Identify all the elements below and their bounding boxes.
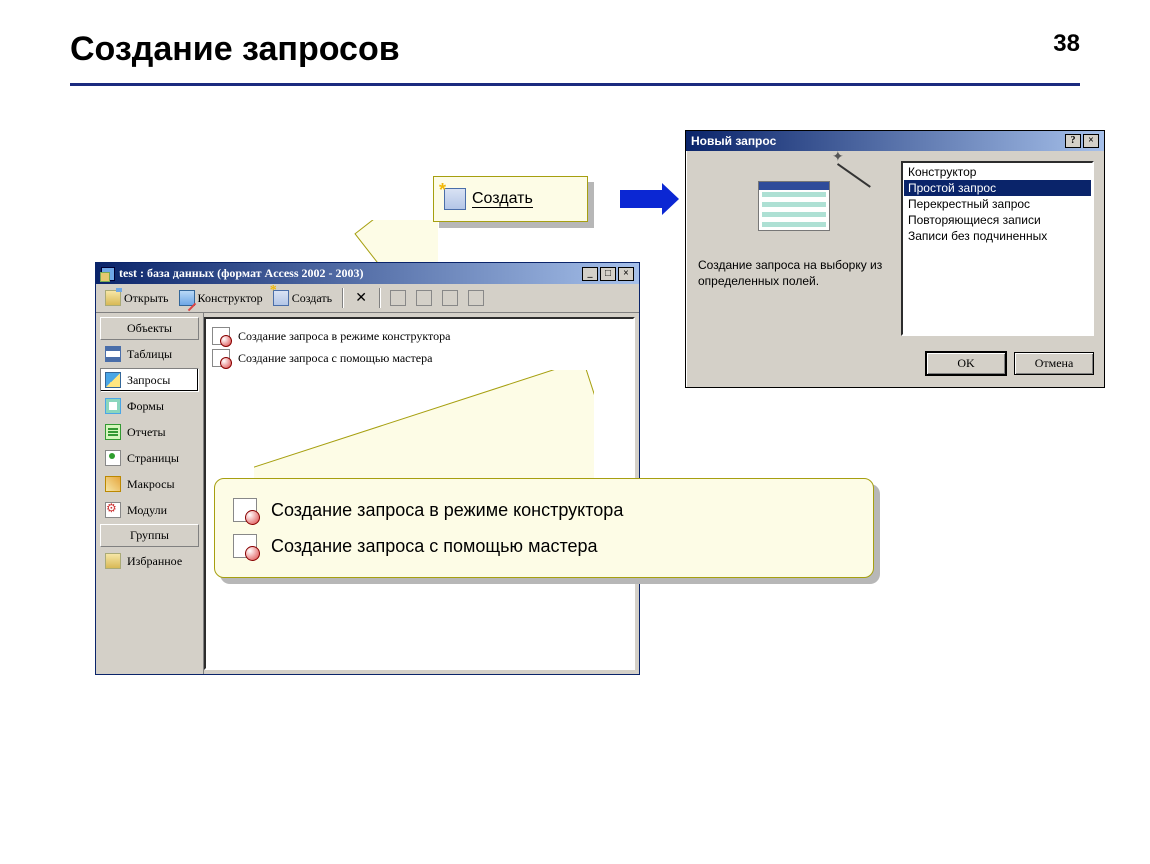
dialog-description: Создание запроса на выборку из определен…: [696, 251, 891, 289]
report-icon: [105, 424, 121, 440]
new-label: Создать: [292, 291, 332, 306]
separator: [342, 288, 343, 308]
ok-button[interactable]: OK: [926, 352, 1006, 375]
view-large-icons-button[interactable]: [387, 288, 409, 308]
design-icon: [179, 290, 195, 306]
sidebar-label: Избранное: [127, 554, 182, 569]
new-icon: [444, 188, 466, 210]
dialog-option[interactable]: Повторяющиеся записи: [904, 212, 1091, 228]
slide-header: Создание запросов 38: [70, 30, 1080, 86]
database-icon: [101, 267, 115, 281]
favorites-icon: [105, 553, 121, 569]
module-icon: [105, 502, 121, 518]
wizard-icon: [233, 498, 257, 522]
help-button[interactable]: ?: [1065, 134, 1081, 148]
slide-title: Создание запросов: [70, 30, 400, 68]
new-icon: [273, 290, 289, 306]
callout-row: Создание запроса с помощью мастера: [233, 534, 855, 558]
cancel-button[interactable]: Отмена: [1014, 352, 1094, 375]
new-button[interactable]: Создать: [270, 288, 335, 308]
sidebar-header-objects[interactable]: Объекты: [100, 317, 199, 340]
sidebar-item-forms[interactable]: Формы: [100, 394, 199, 418]
callout-text: Создание запроса с помощью мастера: [271, 536, 598, 557]
macro-icon: [105, 476, 121, 492]
dialog-option[interactable]: Простой запрос: [904, 180, 1091, 196]
sidebar-item-queries[interactable]: Запросы: [100, 368, 199, 392]
open-label: Открыть: [124, 291, 169, 306]
open-icon: [105, 290, 121, 306]
wizard-icon: [233, 534, 257, 558]
dialog-option[interactable]: Перекрестный запрос: [904, 196, 1091, 212]
sidebar-label: Страницы: [127, 451, 179, 466]
dialog-title: Новый запрос: [691, 134, 776, 148]
dialog-preview: [696, 161, 891, 251]
db-item-label: Создание запроса в режиме конструктора: [238, 329, 450, 344]
view-small-icons-button[interactable]: [413, 288, 435, 308]
arrow-right-icon: [620, 190, 662, 208]
minimize-button[interactable]: _: [582, 267, 598, 281]
view-list-button[interactable]: [439, 288, 461, 308]
sidebar-label: Таблицы: [127, 347, 172, 362]
query-icon: [105, 372, 121, 388]
db-sidebar: Объекты Таблицы Запросы Формы Отчеты Стр…: [96, 313, 204, 674]
page-icon: [105, 450, 121, 466]
sidebar-label: Модули: [127, 503, 167, 518]
sidebar-item-tables[interactable]: Таблицы: [100, 342, 199, 366]
form-icon: [105, 398, 121, 414]
sidebar-label: Макросы: [127, 477, 175, 492]
sidebar-item-pages[interactable]: Страницы: [100, 446, 199, 470]
wizard-icon: [212, 327, 230, 345]
callout-create: Создать: [433, 176, 588, 222]
db-titlebar[interactable]: test : база данных (формат Access 2002 -…: [96, 263, 639, 284]
sidebar-header-groups[interactable]: Группы: [100, 524, 199, 547]
callout-big: Создание запроса в режиме конструктора С…: [214, 478, 874, 578]
close-button[interactable]: ×: [1083, 134, 1099, 148]
sidebar-item-modules[interactable]: Модули: [100, 498, 199, 522]
open-button[interactable]: Открыть: [102, 288, 172, 308]
sidebar-label: Формы: [127, 399, 164, 414]
design-label: Конструктор: [198, 291, 263, 306]
large-icons-icon: [390, 290, 406, 306]
db-title: test : база данных (формат Access 2002 -…: [119, 266, 364, 281]
slide-number: 38: [1053, 30, 1080, 58]
dialog-option-list[interactable]: Конструктор Простой запрос Перекрестный …: [901, 161, 1094, 336]
db-toolbar: Открыть Конструктор Создать ✕: [96, 284, 639, 313]
database-window: test : база данных (формат Access 2002 -…: [95, 262, 640, 675]
sidebar-label: Запросы: [127, 373, 170, 388]
sidebar-label: Отчеты: [127, 425, 166, 440]
close-button[interactable]: ×: [618, 267, 634, 281]
wizard-icon: [212, 349, 230, 367]
small-icons-icon: [416, 290, 432, 306]
sidebar-item-reports[interactable]: Отчеты: [100, 420, 199, 444]
separator: [379, 288, 380, 308]
details-view-icon: [468, 290, 484, 306]
table-icon: [105, 346, 121, 362]
maximize-button[interactable]: □: [600, 267, 616, 281]
db-item-label: Создание запроса с помощью мастера: [238, 351, 432, 366]
sidebar-item-favorites[interactable]: Избранное: [100, 549, 199, 573]
callout-row: Создание запроса в режиме конструктора: [233, 498, 855, 522]
callout-create-label: Создать: [472, 190, 533, 209]
dialog-new-query: Новый запрос ? × Создание запроса на выб…: [685, 130, 1105, 388]
dialog-titlebar[interactable]: Новый запрос ? ×: [686, 131, 1104, 151]
list-view-icon: [442, 290, 458, 306]
design-button[interactable]: Конструктор: [176, 288, 266, 308]
view-details-button[interactable]: [465, 288, 487, 308]
dialog-option[interactable]: Записи без подчиненных: [904, 228, 1091, 244]
sidebar-item-macros[interactable]: Макросы: [100, 472, 199, 496]
dialog-option[interactable]: Конструктор: [904, 164, 1091, 180]
delete-button[interactable]: ✕: [350, 288, 372, 308]
db-list-item[interactable]: Создание запроса с помощью мастера: [212, 347, 627, 369]
callout-text: Создание запроса в режиме конструктора: [271, 500, 623, 521]
db-list-item[interactable]: Создание запроса в режиме конструктора: [212, 325, 627, 347]
delete-icon: ✕: [353, 290, 369, 306]
